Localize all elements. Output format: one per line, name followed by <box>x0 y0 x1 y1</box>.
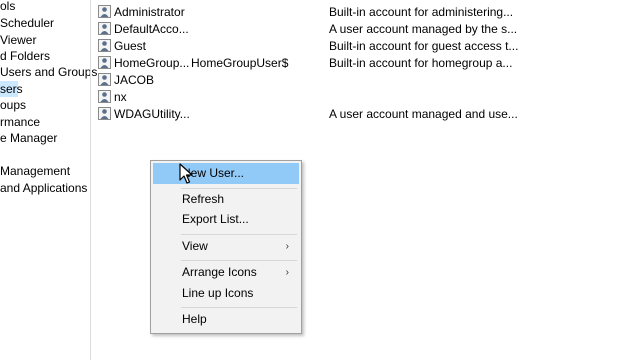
tree-item-label: ols <box>0 0 16 13</box>
tree-item-label: rmance <box>0 115 41 129</box>
user-name: Guest <box>114 39 147 53</box>
user-name: JACOB <box>114 73 155 87</box>
user-name: nx <box>114 90 127 104</box>
menu-item-label: Arrange Icons <box>182 265 257 279</box>
menu-item-help[interactable]: Help <box>153 309 299 330</box>
tree-item-label: Management <box>0 164 71 178</box>
menu-item-line-up-icons[interactable]: Line up Icons <box>153 283 299 304</box>
list-item-user[interactable]: DefaultAcco... A user account managed by… <box>96 21 640 38</box>
menu-item-view[interactable]: View › <box>153 236 299 257</box>
tree-item-label: Users and Groups <box>0 65 98 79</box>
user-icon <box>98 107 111 120</box>
tree-item-users[interactable]: sers <box>0 81 23 97</box>
context-menu: New User... Refresh Export List... View ›… <box>150 160 302 334</box>
tree-item-local-users-groups[interactable]: Users and Groups <box>0 64 97 80</box>
menu-separator <box>181 234 297 235</box>
submenu-arrow-icon: › <box>285 241 289 252</box>
submenu-arrow-icon: › <box>285 267 289 278</box>
mouse-cursor-icon <box>179 163 193 184</box>
user-icon <box>98 73 111 86</box>
tree-item-services-applications[interactable]: and Applications <box>0 180 87 196</box>
pane-splitter[interactable] <box>90 0 91 360</box>
tree-item-task-scheduler[interactable]: Scheduler <box>0 15 54 31</box>
console-tree: ols Scheduler Viewer d Folders Users and… <box>0 0 97 360</box>
tree-item-label: d Folders <box>0 49 51 63</box>
user-description: Built-in account for administering... <box>329 5 514 19</box>
user-icon <box>98 56 111 69</box>
menu-item-refresh[interactable]: Refresh <box>153 189 299 210</box>
user-description: A user account managed by the s... <box>329 22 518 36</box>
tree-item-shared-folders[interactable]: d Folders <box>0 48 50 64</box>
menu-item-label: Line up Icons <box>182 286 254 300</box>
list-item-user[interactable]: HomeGroup... HomeGroupUser$ Built-in acc… <box>96 55 640 72</box>
menu-item-label: View <box>182 239 208 253</box>
tree-item-storage-management[interactable]: Management <box>0 163 70 179</box>
user-description: Built-in account for guest access t... <box>329 39 519 53</box>
user-description: A user account managed and use... <box>329 107 518 121</box>
menu-item-arrange-icons[interactable]: Arrange Icons › <box>153 262 299 283</box>
user-icon <box>98 90 111 103</box>
tree-item-label: sers <box>0 82 23 96</box>
list-item-user[interactable]: WDAGUtility... A user account managed an… <box>96 106 640 123</box>
user-icon <box>98 39 111 52</box>
tree-item-label: Viewer <box>0 33 37 47</box>
list-item-user[interactable]: JACOB <box>96 72 640 89</box>
menu-separator <box>181 260 297 261</box>
menu-item-export-list[interactable]: Export List... <box>153 209 299 230</box>
user-name: WDAGUtility... <box>114 107 190 121</box>
user-name: HomeGroup... <box>114 56 190 70</box>
tree-item-performance[interactable]: rmance <box>0 114 40 130</box>
tree-item-task-scheduler-tools[interactable]: ols <box>0 0 15 14</box>
menu-item-label: Refresh <box>182 192 225 206</box>
user-icon <box>98 22 111 35</box>
menu-item-label: Export List... <box>182 212 249 226</box>
user-description: Built-in account for homegroup a... <box>329 56 513 70</box>
tree-item-groups[interactable]: oups <box>0 97 26 113</box>
tree-item-event-viewer[interactable]: Viewer <box>0 32 36 48</box>
user-full-name: HomeGroupUser$ <box>191 56 289 70</box>
menu-separator <box>181 307 297 308</box>
menu-item-new-user[interactable]: New User... <box>153 163 299 184</box>
tree-item-label: and Applications <box>0 181 88 195</box>
list-item-user[interactable]: Guest Built-in account for guest access … <box>96 38 640 55</box>
menu-item-label: Help <box>182 312 207 326</box>
list-item-user[interactable]: Administrator Built-in account for admin… <box>96 4 640 21</box>
user-name: DefaultAcco... <box>114 22 189 36</box>
tree-item-label: Scheduler <box>0 16 55 30</box>
tree-item-label: e Manager <box>0 131 58 145</box>
list-item-user[interactable]: nx <box>96 89 640 106</box>
tree-item-device-manager[interactable]: e Manager <box>0 130 57 146</box>
user-name: Administrator <box>114 5 185 19</box>
tree-item-label: oups <box>0 98 27 112</box>
user-icon <box>98 5 111 18</box>
